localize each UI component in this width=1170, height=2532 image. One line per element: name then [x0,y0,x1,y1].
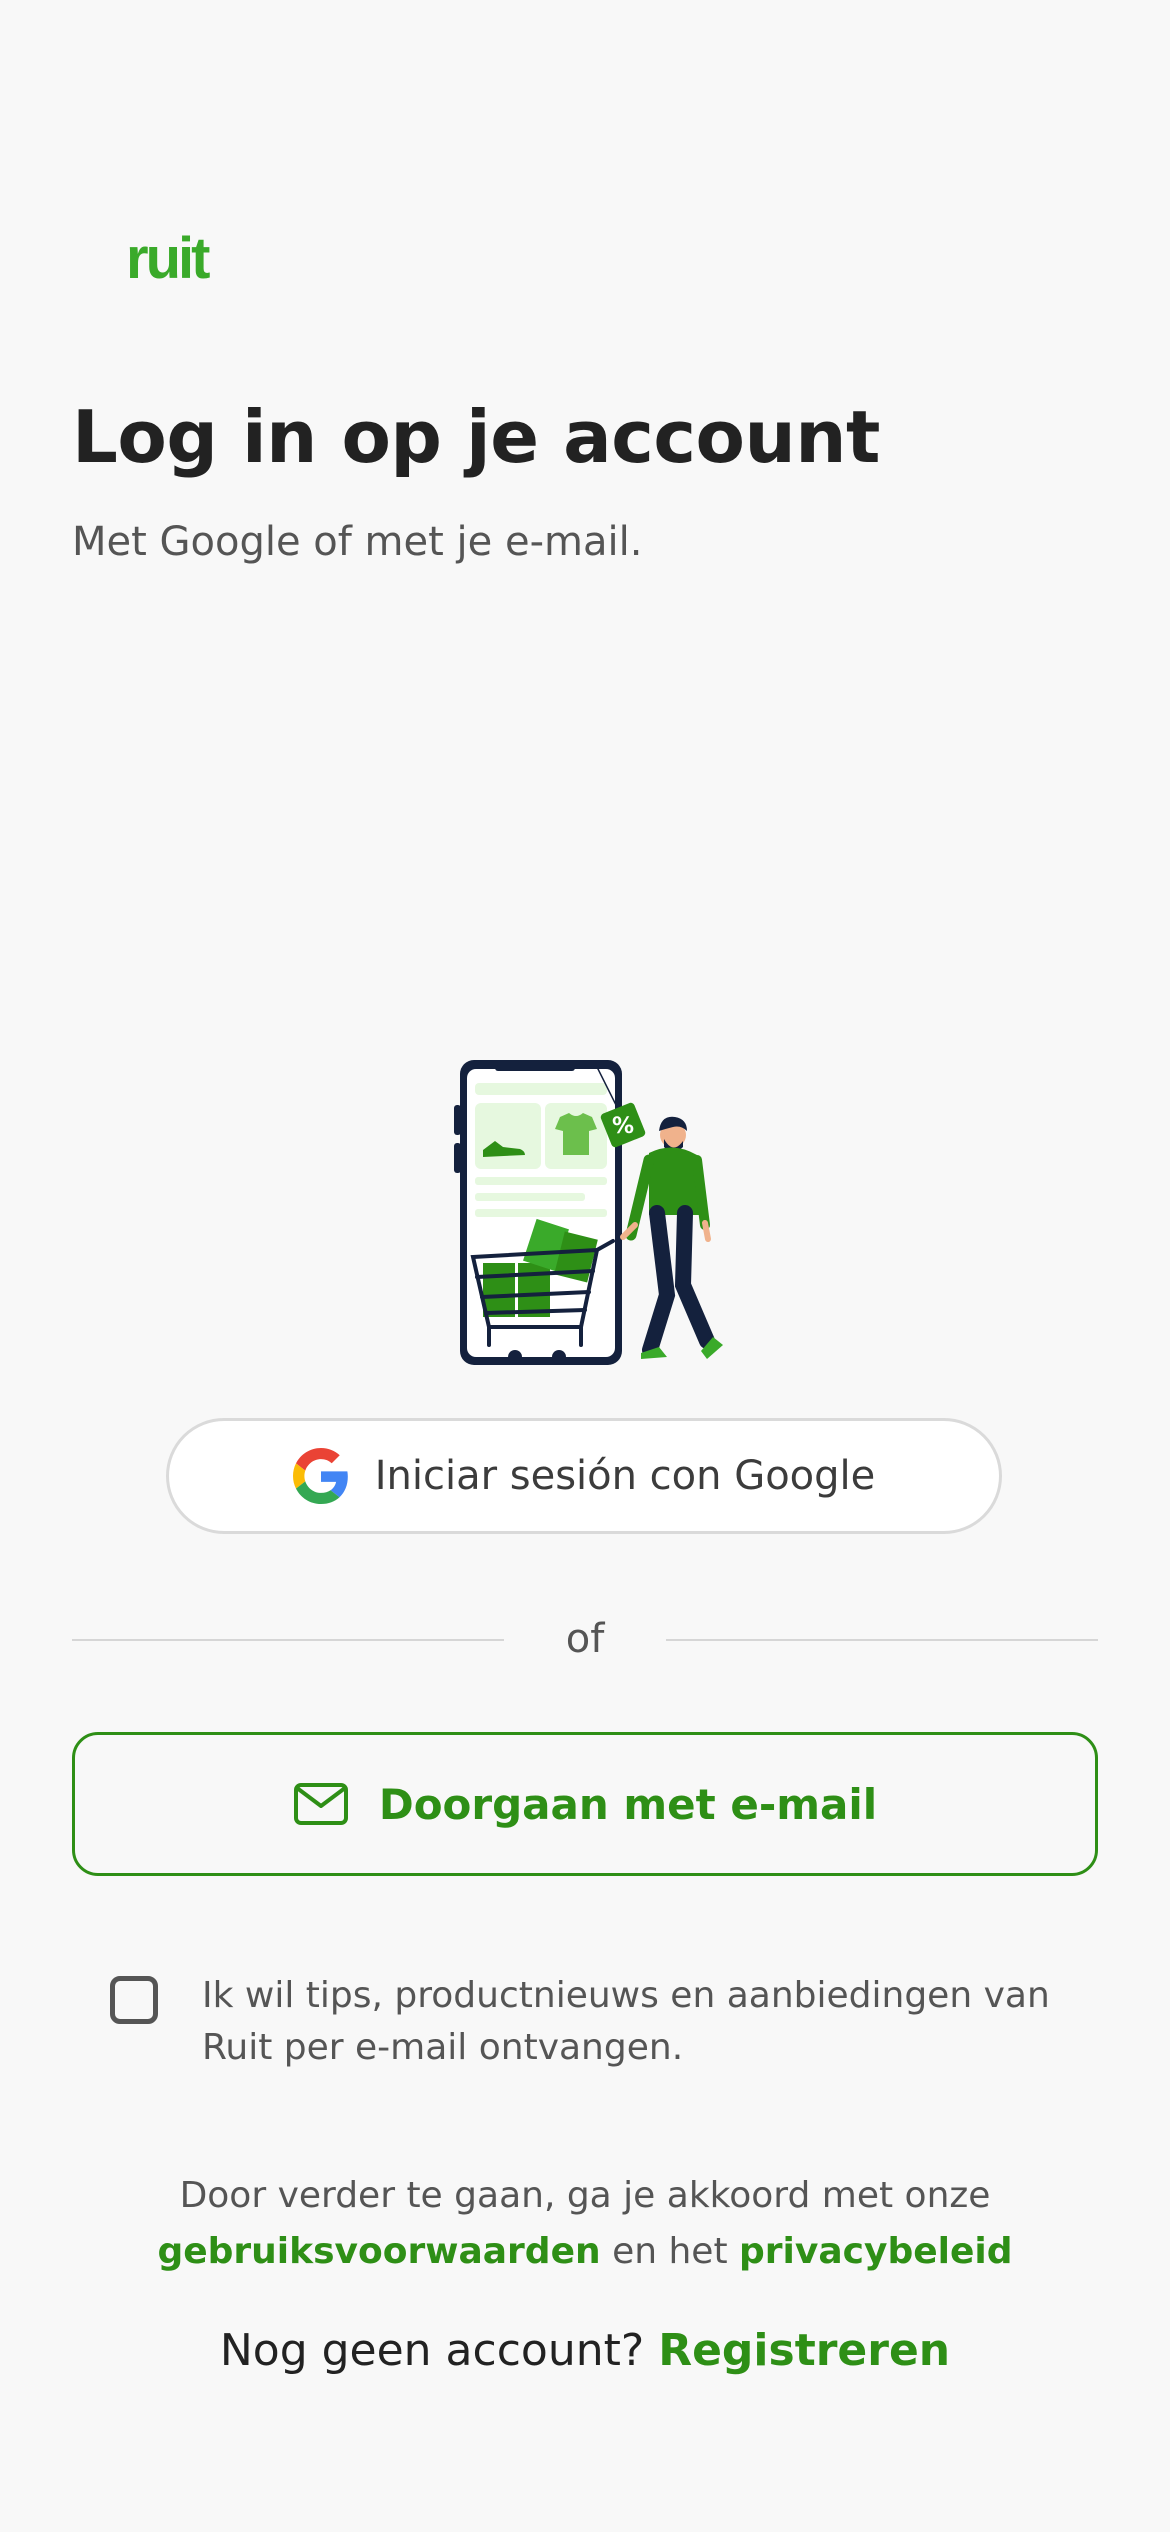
continue-with-email-button[interactable]: Doorgaan met e-mail [72,1732,1098,1876]
discount-tag-text: % [612,1114,634,1139]
signup-prompt-text: Nog geen account? [219,2325,645,2376]
marketing-consent-text: Ik wil tips, productnieuws en aanbieding… [202,1975,1050,2068]
mail-icon [293,1783,348,1825]
google-sign-in-button[interactable]: Iniciar sesión con Google [166,1418,1002,1534]
person-illustration [620,1116,723,1359]
page-subtitle: Met Google of met je e-mail. [72,519,643,565]
terms-notice: Door verder te gaan, ga je akkoord met o… [72,2168,1098,2280]
page-title: Log in op je account [72,395,880,479]
privacy-policy-link[interactable]: privacybeleid [739,2231,1012,2272]
ruit-logo: ruit [126,226,210,291]
signup-prompt: Nog geen account? Registreren [72,2325,1098,2376]
continue-with-email-label: Doorgaan met e-mail [378,1779,878,1829]
marketing-consent: Ik wil tips, productnieuws en aanbieding… [110,1970,1070,2074]
or-divider: of [72,1610,1098,1670]
register-link[interactable]: Registreren [658,2325,950,2376]
divider-line-right [666,1639,1098,1641]
shopping-illustration: % [454,1060,723,1365]
login-page: ruit Log in op je account Met Google of … [0,0,1170,2532]
google-g-icon [292,1448,348,1504]
terms-prefix: Door verder te gaan, ga je akkoord met o… [179,2175,991,2216]
terms-of-use-link[interactable]: gebruiksvoorwaarden [157,2231,600,2272]
marketing-consent-checkbox[interactable] [110,1976,158,2024]
terms-conjunction: en het [612,2231,728,2272]
phone-illustration [454,1060,622,1365]
google-sign-in-label: Iniciar sesión con Google [374,1453,876,1499]
